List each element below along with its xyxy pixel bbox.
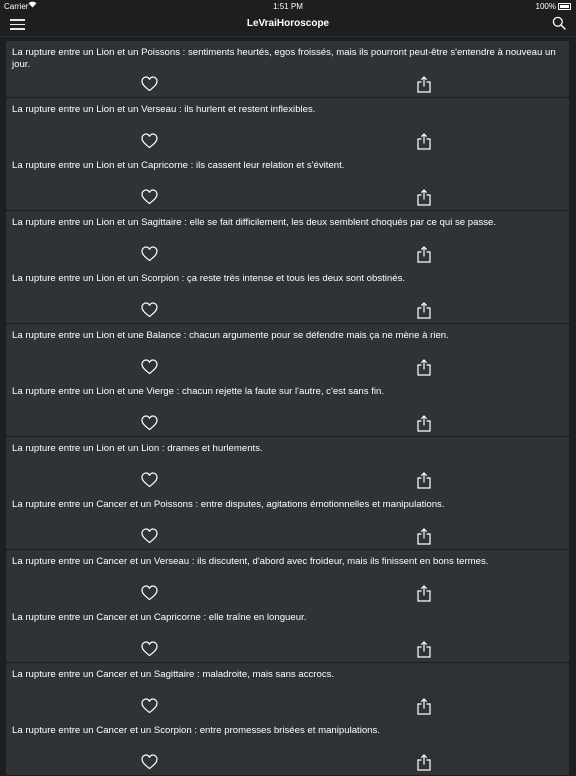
list-item-text: La rupture entre un Lion et un Capricorn… bbox=[12, 160, 345, 171]
heart-icon[interactable] bbox=[141, 471, 158, 488]
list-item-text: La rupture entre un Lion et une Balance … bbox=[12, 329, 449, 341]
list-item[interactable]: La rupture entre un Cancer et un Scorpio… bbox=[6, 719, 569, 775]
list-item[interactable]: La rupture entre un Lion et une Balance … bbox=[6, 323, 569, 380]
list-item[interactable]: La rupture entre un Lion et un Sagittair… bbox=[6, 210, 569, 267]
list-item-text: La rupture entre un Cancer et un Poisson… bbox=[12, 499, 445, 510]
list-item[interactable]: La rupture entre un Lion et un Lion : dr… bbox=[6, 436, 569, 493]
list-item[interactable]: La rupture entre un Lion et un Verseau :… bbox=[6, 97, 569, 154]
list-item[interactable]: La rupture entre un Lion et un Poissons … bbox=[6, 41, 569, 97]
share-icon[interactable] bbox=[417, 132, 431, 150]
share-icon[interactable] bbox=[417, 584, 431, 602]
list-item[interactable]: La rupture entre un Cancer et un Poisson… bbox=[6, 493, 569, 549]
heart-icon[interactable] bbox=[141, 641, 158, 657]
share-icon[interactable] bbox=[417, 189, 431, 206]
list-item-text: La rupture entre un Lion et un Poissons … bbox=[12, 47, 556, 70]
share-icon[interactable] bbox=[417, 471, 431, 489]
list-item-text: La rupture entre un Cancer et un Sagitta… bbox=[12, 668, 335, 680]
list-item-text: La rupture entre un Lion et un Verseau :… bbox=[12, 103, 316, 115]
heart-icon[interactable] bbox=[141, 245, 158, 262]
list-item-text: La rupture entre un Lion et un Sagittair… bbox=[12, 216, 497, 228]
heart-icon[interactable] bbox=[141, 528, 158, 544]
app-title: LeVraiHoroscope bbox=[246, 18, 330, 29]
list-item-text: La rupture entre un Cancer et un Scorpio… bbox=[12, 725, 380, 736]
battery-percentage: 100% bbox=[535, 2, 556, 11]
list-item-text: La rupture entre un Lion et un Lion : dr… bbox=[12, 442, 263, 454]
list-item[interactable]: La rupture entre un Cancer et un Sagitta… bbox=[6, 662, 569, 719]
heart-icon[interactable] bbox=[141, 584, 158, 601]
battery-icon bbox=[558, 3, 571, 10]
share-icon[interactable] bbox=[417, 697, 431, 715]
share-icon[interactable] bbox=[417, 302, 431, 319]
list-item[interactable]: La rupture entre un Cancer et un Verseau… bbox=[6, 549, 569, 606]
heart-icon[interactable] bbox=[141, 415, 158, 431]
list-item[interactable]: La rupture entre un Lion et un Scorpion … bbox=[6, 267, 569, 323]
share-icon[interactable] bbox=[417, 415, 431, 432]
list-item[interactable]: La rupture entre un Lion et une Vierge :… bbox=[6, 380, 569, 436]
list-item-text: La rupture entre un Cancer et un Verseau… bbox=[12, 555, 489, 567]
list-item-text: La rupture entre un Lion et un Scorpion … bbox=[12, 273, 406, 284]
list-item[interactable]: La rupture entre un Cancer et un Caprico… bbox=[6, 606, 569, 662]
heart-icon[interactable] bbox=[141, 302, 158, 318]
heart-icon[interactable] bbox=[141, 132, 158, 149]
share-icon[interactable] bbox=[417, 245, 431, 263]
list-item[interactable]: La rupture entre un Lion et un Capricorn… bbox=[6, 154, 569, 210]
share-icon[interactable] bbox=[417, 754, 431, 771]
navigation-bar: LeVraiHoroscope bbox=[0, 12, 576, 37]
share-icon[interactable] bbox=[417, 528, 431, 545]
share-icon[interactable] bbox=[417, 641, 431, 658]
heart-icon[interactable] bbox=[141, 189, 158, 205]
status-bar: Carrier 1:51 PM 100% bbox=[0, 0, 576, 12]
heart-icon[interactable] bbox=[141, 697, 158, 714]
list-item-text: La rupture entre un Cancer et un Caprico… bbox=[12, 612, 307, 623]
heart-icon[interactable] bbox=[141, 76, 158, 92]
list-item-text: La rupture entre un Lion et une Vierge :… bbox=[12, 386, 385, 397]
share-icon[interactable] bbox=[417, 76, 431, 93]
share-icon[interactable] bbox=[417, 358, 431, 376]
hamburger-icon[interactable] bbox=[10, 18, 26, 30]
status-time: 1:51 PM bbox=[273, 2, 303, 11]
heart-icon[interactable] bbox=[141, 358, 158, 375]
search-icon[interactable] bbox=[552, 16, 566, 30]
